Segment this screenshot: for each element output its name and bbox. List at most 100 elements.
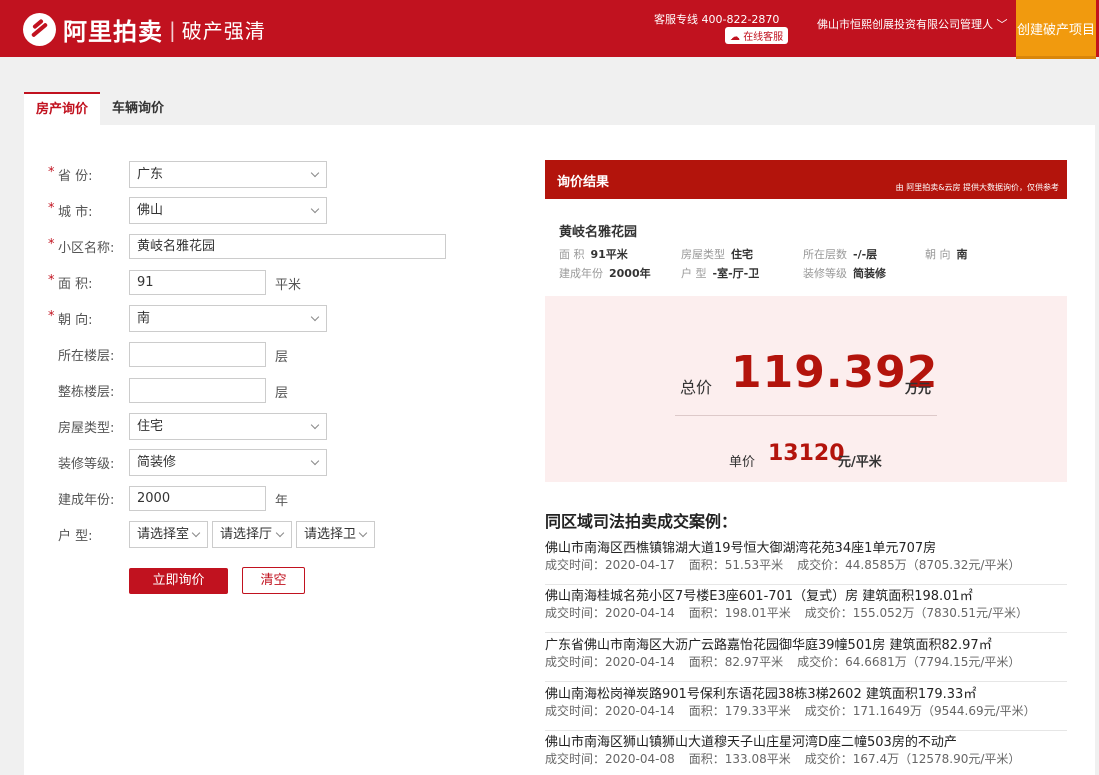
- build-year-input[interactable]: 2000: [129, 486, 266, 511]
- floor-input[interactable]: [129, 342, 266, 367]
- house-type-row: 房屋类型:: [48, 413, 129, 440]
- layout-row: 户 型:: [48, 521, 129, 548]
- detail-decoration: 装修等级 简装修: [803, 267, 886, 280]
- province-select[interactable]: 广东: [129, 161, 327, 188]
- case-time: 成交时间：2020-04-14: [545, 655, 675, 669]
- case-meta: 成交时间：2020-04-17 面积：51.53平米 成交价：44.8585万（87…: [545, 556, 1034, 573]
- floor-unit: 层: [275, 350, 289, 365]
- case-time: 成交时间：2020-04-08: [545, 752, 675, 766]
- bath-select[interactable]: 请选择卫: [296, 521, 375, 548]
- clear-button[interactable]: 清空: [242, 567, 305, 594]
- service-hotline: 客服专线 400-822-2870: [654, 13, 780, 26]
- total-floors-label: 整栋楼层:: [58, 385, 115, 400]
- case-title[interactable]: 佛山市南海区狮山镇狮山大道穆天子山庄星河湾D座二幢503房的不动产: [545, 731, 957, 750]
- case-price: 成交价：44.8585万（8705.32元/平米）: [797, 558, 1021, 572]
- online-service-button[interactable]: ☁ 在线客服: [725, 27, 789, 44]
- detail-type: 房屋类型 住宅: [681, 248, 753, 261]
- case-meta: 成交时间：2020-04-08 面积：133.08平米 成交价：167.4万（125…: [545, 750, 1034, 767]
- unit-price-unit: 元/平米: [838, 455, 882, 470]
- detail-layout: 户 型 -室-厅-卫: [681, 267, 760, 280]
- case-item[interactable]: 佛山南海松岗禅炭路901号保利东语花园38栋3梯2602 建筑面积179.33㎡…: [545, 683, 1067, 731]
- brand-logo[interactable]: 阿里拍卖 | 破产强清: [23, 12, 266, 47]
- total-price-unit: 万元: [905, 382, 932, 397]
- price-divider: [675, 415, 937, 416]
- case-price: 成交价：64.6681万（7794.15元/平米）: [797, 655, 1021, 669]
- top-header: 阿里拍卖 | 破产强清 客服专线 400-822-2870 ☁ 在线客服 佛山市…: [0, 0, 1099, 59]
- case-title[interactable]: 佛山南海桂城名苑小区7号楼E3座601-701（复式）房 建筑面积198.01㎡: [545, 585, 973, 604]
- province-row: * 省 份:: [48, 161, 129, 188]
- layout-label: 户 型:: [58, 529, 93, 544]
- brand-divider: |: [169, 17, 176, 42]
- room-select[interactable]: 请选择室: [129, 521, 208, 548]
- auction-logo-icon: [23, 13, 56, 46]
- case-item[interactable]: 佛山市南海区狮山镇狮山大道穆天子山庄星河湾D座二幢503房的不动产 成交时间：2…: [545, 731, 1067, 775]
- chevron-down-icon: ﹀: [996, 18, 1008, 31]
- orientation-select[interactable]: 南: [129, 305, 327, 332]
- case-item[interactable]: 广东省佛山市南海区大沥广云路嘉怡花园御华庭39幢501房 建筑面积82.97㎡ …: [545, 634, 1067, 682]
- inquiry-tabs: 房产询价 车辆询价: [24, 92, 176, 125]
- case-area: 面积：179.33平米: [688, 704, 791, 718]
- total-floors-row: 整栋楼层:: [48, 377, 129, 404]
- required-mark: *: [48, 273, 55, 288]
- case-price: 成交价：171.1649万（9544.69元/平米）: [804, 704, 1036, 718]
- total-floors-input[interactable]: [129, 378, 266, 403]
- community-input[interactable]: 黄岐名雅花园: [129, 234, 446, 259]
- unit-price-label: 单价: [729, 455, 756, 470]
- case-time: 成交时间：2020-04-14: [545, 606, 675, 620]
- price-box: 总价 119.392 万元 单价 13120 元/平米: [545, 296, 1067, 482]
- decoration-row: 装修等级:: [48, 449, 129, 476]
- property-name: 黄岐名雅花园: [559, 225, 638, 240]
- case-meta: 成交时间：2020-04-14 面积：198.01平米 成交价：155.052万（7…: [545, 604, 1042, 621]
- area-unit: 平米: [275, 278, 302, 293]
- area-row: * 面 积:: [48, 269, 129, 296]
- create-project-button[interactable]: 创建破产项目: [1016, 0, 1096, 59]
- case-title[interactable]: 佛山南海松岗禅炭路901号保利东语花园38栋3梯2602 建筑面积179.33㎡: [545, 683, 976, 702]
- city-row: * 城 市:: [48, 197, 129, 224]
- user-menu[interactable]: 佛山市恒熙创展投资有限公司管理人 ﹀: [817, 16, 1008, 32]
- result-header: 询价结果 由 阿里拍卖&云房 提供大数据询价，仅供参考: [545, 160, 1067, 199]
- case-time: 成交时间：2020-04-17: [545, 558, 675, 572]
- required-mark: *: [48, 201, 55, 216]
- result-source-note: 由 阿里拍卖&云房 提供大数据询价，仅供参考: [895, 183, 1059, 192]
- orientation-row: * 朝 向:: [48, 305, 129, 332]
- detail-area: 面 积 91平米: [559, 248, 628, 261]
- case-title[interactable]: 广东省佛山市南海区大沥广云路嘉怡花园御华庭39幢501房 建筑面积82.97㎡: [545, 634, 992, 653]
- community-row: * 小区名称:: [48, 233, 129, 260]
- build-year-label: 建成年份:: [58, 493, 115, 508]
- decoration-label: 装修等级:: [58, 457, 115, 472]
- build-year-row: 建成年份:: [48, 485, 129, 512]
- city-select[interactable]: 佛山: [129, 197, 327, 224]
- case-time: 成交时间：2020-04-14: [545, 704, 675, 718]
- inquire-button[interactable]: 立即询价: [129, 568, 228, 594]
- total-price-label: 总价: [680, 378, 713, 397]
- decoration-select[interactable]: 简装修: [129, 449, 327, 476]
- tab-property-inquiry[interactable]: 房产询价: [24, 92, 101, 125]
- result-title: 询价结果: [557, 175, 610, 190]
- area-label: * 面 积:: [48, 273, 93, 292]
- case-area: 面积：82.97平米: [688, 655, 784, 669]
- tab-vehicle-inquiry[interactable]: 车辆询价: [100, 92, 176, 125]
- case-area: 面积：198.01平米: [688, 606, 791, 620]
- province-label: * 省 份:: [48, 165, 93, 184]
- house-type-select[interactable]: 住宅: [129, 413, 327, 440]
- case-meta: 成交时间：2020-04-14 面积：179.33平米 成交价：171.1649万（…: [545, 702, 1050, 719]
- detail-floor: 所在层数 -/-层: [803, 248, 878, 261]
- community-label: * 小区名称:: [48, 237, 115, 256]
- case-title[interactable]: 佛山市南海区西樵镇锦湖大道19号恒大御湖湾花苑34座1单元707房: [545, 537, 936, 556]
- cases-title: 同区域司法拍卖成交案例：: [545, 512, 738, 531]
- required-mark: *: [48, 309, 55, 324]
- build-year-unit: 年: [275, 494, 289, 509]
- floor-row: 所在楼层:: [48, 341, 129, 368]
- required-mark: *: [48, 165, 55, 180]
- unit-price-value: 13120: [768, 441, 845, 466]
- hall-select[interactable]: 请选择厅: [212, 521, 292, 548]
- case-item[interactable]: 佛山南海桂城名苑小区7号楼E3座601-701（复式）房 建筑面积198.01㎡…: [545, 585, 1067, 633]
- brand-subtitle: 破产强清: [181, 19, 266, 43]
- area-input[interactable]: 91: [129, 270, 266, 295]
- case-item[interactable]: 佛山市南海区西樵镇锦湖大道19号恒大御湖湾花苑34座1单元707房 成交时间：2…: [545, 537, 1067, 585]
- case-area: 面积：51.53平米: [688, 558, 784, 572]
- case-price: 成交价：167.4万（12578.90元/平米）: [804, 752, 1021, 766]
- case-area: 面积：133.08平米: [688, 752, 791, 766]
- total-floors-unit: 层: [275, 386, 289, 401]
- floor-label: 所在楼层:: [58, 349, 115, 364]
